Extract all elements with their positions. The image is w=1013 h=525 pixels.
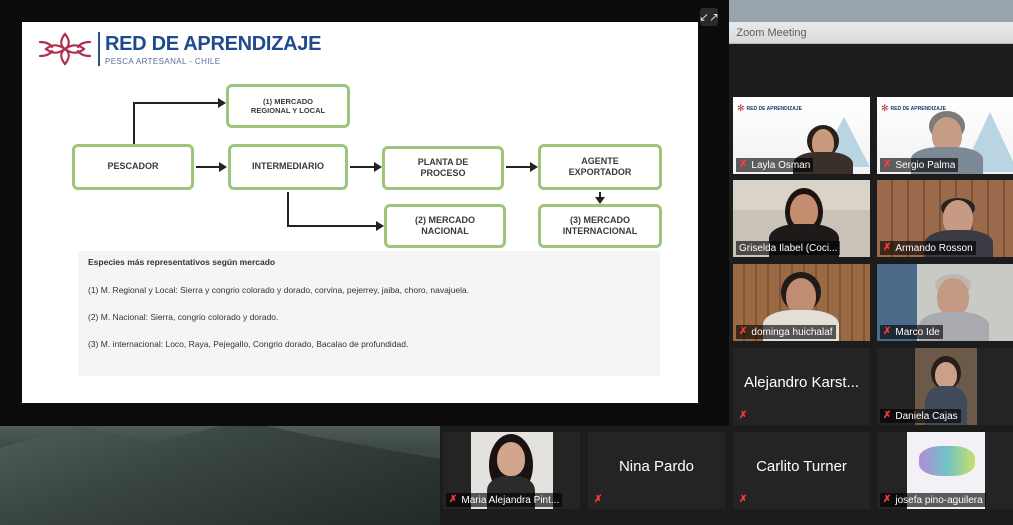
person-face bbox=[786, 278, 816, 314]
participant-tile[interactable]: ✗ Marco Ide bbox=[877, 264, 1013, 341]
arrow-head bbox=[530, 162, 538, 172]
flower-icon: ✻ bbox=[737, 103, 745, 113]
mini-logo-text: RED DE APRENDIZAJE bbox=[890, 105, 946, 112]
box-planta-proceso: PLANTA DE PROCESO bbox=[382, 146, 504, 190]
participant-name: josefa pino-aguilera bbox=[895, 494, 983, 506]
participant-name: Layla Osman bbox=[751, 159, 811, 171]
participant-nameplate: ✗ bbox=[736, 493, 754, 507]
logo-subtitle: PESCA ARTESANAL - CHILE bbox=[105, 56, 221, 66]
participant-nameplate: ✗ Maria Alejandra Pint... bbox=[446, 493, 563, 507]
participant-nameplate: ✗ Sergio Palma bbox=[880, 158, 959, 172]
arrow-head bbox=[219, 162, 227, 172]
arrow-line bbox=[506, 166, 530, 168]
box-intermediario: INTERMEDIARIO bbox=[228, 144, 348, 190]
muted-mic-icon: ✗ bbox=[883, 326, 892, 337]
participant-tile-no-video[interactable]: Nina Pardo ✗ bbox=[588, 432, 725, 509]
participant-nameplate: Griselda Ilabel (Coci... bbox=[736, 241, 841, 255]
participant-name: Armando Rosson bbox=[895, 242, 973, 254]
box-mercado-internacional: (3) MERCADO INTERNACIONAL bbox=[538, 204, 662, 248]
logo-divider bbox=[98, 32, 100, 66]
participant-tile[interactable]: ✗ josefa pino-aguilera bbox=[877, 432, 1013, 509]
participant-nameplate: ✗ bbox=[736, 409, 754, 423]
muted-mic-icon: ✗ bbox=[883, 159, 892, 170]
wallpaper-mountain bbox=[0, 420, 440, 525]
flower-logo-icon bbox=[38, 32, 92, 66]
box-mercado-nacional: (2) MERCADO NACIONAL bbox=[384, 204, 506, 248]
participant-tile[interactable]: ✻ RED DE APRENDIZAJE ✗ Sergio Palma bbox=[877, 97, 1013, 174]
muted-mic-icon: ✗ bbox=[739, 326, 748, 337]
participant-big-name: Nina Pardo bbox=[618, 458, 695, 475]
red-aprendizaje-logo: RED DE APRENDIZAJE PESCA ARTESANAL - CHI… bbox=[36, 28, 321, 70]
arrow-line bbox=[196, 166, 220, 168]
expand-icon[interactable]: ↙↗ bbox=[699, 8, 719, 26]
logo-title: RED DE APRENDIZAJE bbox=[105, 32, 322, 55]
box-pescador: PESCADOR bbox=[72, 144, 194, 190]
participant-nameplate: ✗ bbox=[591, 493, 609, 507]
participant-name: Griselda Ilabel (Coci... bbox=[739, 242, 838, 254]
participant-big-name: Carlito Turner bbox=[756, 458, 847, 475]
mini-logo: ✻ RED DE APRENDIZAJE bbox=[737, 103, 802, 114]
species-panel: Especies más representativos según merca… bbox=[78, 251, 660, 376]
species-line-internacional: (3) M. internacional: Loco, Raya, Pejega… bbox=[88, 339, 409, 349]
participant-nameplate: ✗ Marco Ide bbox=[880, 325, 943, 339]
mini-logo: ✻ RED DE APRENDIZAJE bbox=[881, 103, 946, 114]
species-line-nacional: (2) M. Nacional: Sierra, congrio colorad… bbox=[88, 312, 279, 322]
participant-name: Daniela Cajas bbox=[895, 410, 958, 422]
participant-name: Marco Ide bbox=[895, 326, 940, 338]
person-face bbox=[497, 442, 525, 476]
participant-tile[interactable]: ✗ Armando Rosson bbox=[877, 180, 1013, 257]
participant-tile[interactable]: ✻ RED DE APRENDIZAJE ✗ Layla Osman bbox=[733, 97, 870, 174]
participant-name: Sergio Palma bbox=[895, 159, 956, 171]
logo-text-block: RED DE APRENDIZAJE PESCA ARTESANAL - CHI… bbox=[105, 33, 321, 66]
presentation-slide: RED DE APRENDIZAJE PESCA ARTESANAL - CHI… bbox=[22, 22, 698, 403]
participant-nameplate: ✗ Daniela Cajas bbox=[880, 409, 961, 423]
species-title: Especies más representativos según merca… bbox=[88, 257, 276, 267]
arrow-head bbox=[376, 221, 384, 231]
participant-big-name: Alejandro Karst... bbox=[743, 374, 860, 391]
muted-mic-icon: ✗ bbox=[883, 242, 892, 253]
participant-tile[interactable]: ✗ dominga huichalaf bbox=[733, 264, 870, 341]
participant-nameplate: ✗ josefa pino-aguilera bbox=[880, 493, 986, 507]
muted-mic-icon: ✗ bbox=[883, 410, 892, 421]
participant-name: dominga huichalaf bbox=[751, 326, 833, 338]
muted-mic-icon: ✗ bbox=[739, 494, 748, 505]
mini-logo-text: RED DE APRENDIZAJE bbox=[746, 105, 802, 112]
person-face bbox=[790, 194, 818, 228]
participant-name: Maria Alejandra Pint... bbox=[461, 494, 560, 506]
arrow-line bbox=[133, 102, 135, 144]
muted-mic-icon: ✗ bbox=[739, 410, 748, 421]
flower-icon: ✻ bbox=[881, 103, 889, 113]
muted-mic-icon: ✗ bbox=[883, 494, 892, 505]
arrow-head bbox=[374, 162, 382, 172]
participant-nameplate: ✗ Layla Osman bbox=[736, 158, 814, 172]
arrow-line bbox=[287, 192, 289, 226]
shared-screen-panel: ↙↗ RED DE APRENDIZAJE PESCA ARTESANAL - … bbox=[0, 0, 729, 426]
arrow-head bbox=[595, 197, 605, 204]
chameleon-illustration bbox=[919, 446, 975, 476]
box-agente-exportador: AGENTE EXPORTADOR bbox=[538, 144, 662, 190]
muted-mic-icon: ✗ bbox=[739, 159, 748, 170]
participant-tile-no-video[interactable]: Alejandro Karst... ✗ bbox=[733, 348, 870, 425]
participant-nameplate: ✗ dominga huichalaf bbox=[736, 325, 836, 339]
participant-tile[interactable]: ✗ Daniela Cajas bbox=[877, 348, 1013, 425]
participant-tile-active-speaker[interactable]: Griselda Ilabel (Coci... bbox=[733, 180, 870, 257]
arrow-line bbox=[287, 225, 376, 227]
arrow-line bbox=[350, 166, 374, 168]
arrow-line bbox=[133, 102, 219, 104]
arrow-head bbox=[218, 98, 226, 108]
participant-tile-no-video[interactable]: Carlito Turner ✗ bbox=[733, 432, 870, 509]
muted-mic-icon: ✗ bbox=[449, 494, 458, 505]
person-face bbox=[935, 362, 957, 388]
box-mercado-regional: (1) MERCADO REGIONAL Y LOCAL bbox=[226, 84, 350, 128]
person-face bbox=[937, 278, 969, 316]
participant-nameplate: ✗ Armando Rosson bbox=[880, 241, 976, 255]
muted-mic-icon: ✗ bbox=[594, 494, 603, 505]
species-line-regional: (1) M. Regional y Local: Sierra y congri… bbox=[88, 285, 470, 295]
participant-tile[interactable]: ✗ Maria Alejandra Pint... bbox=[443, 432, 580, 509]
